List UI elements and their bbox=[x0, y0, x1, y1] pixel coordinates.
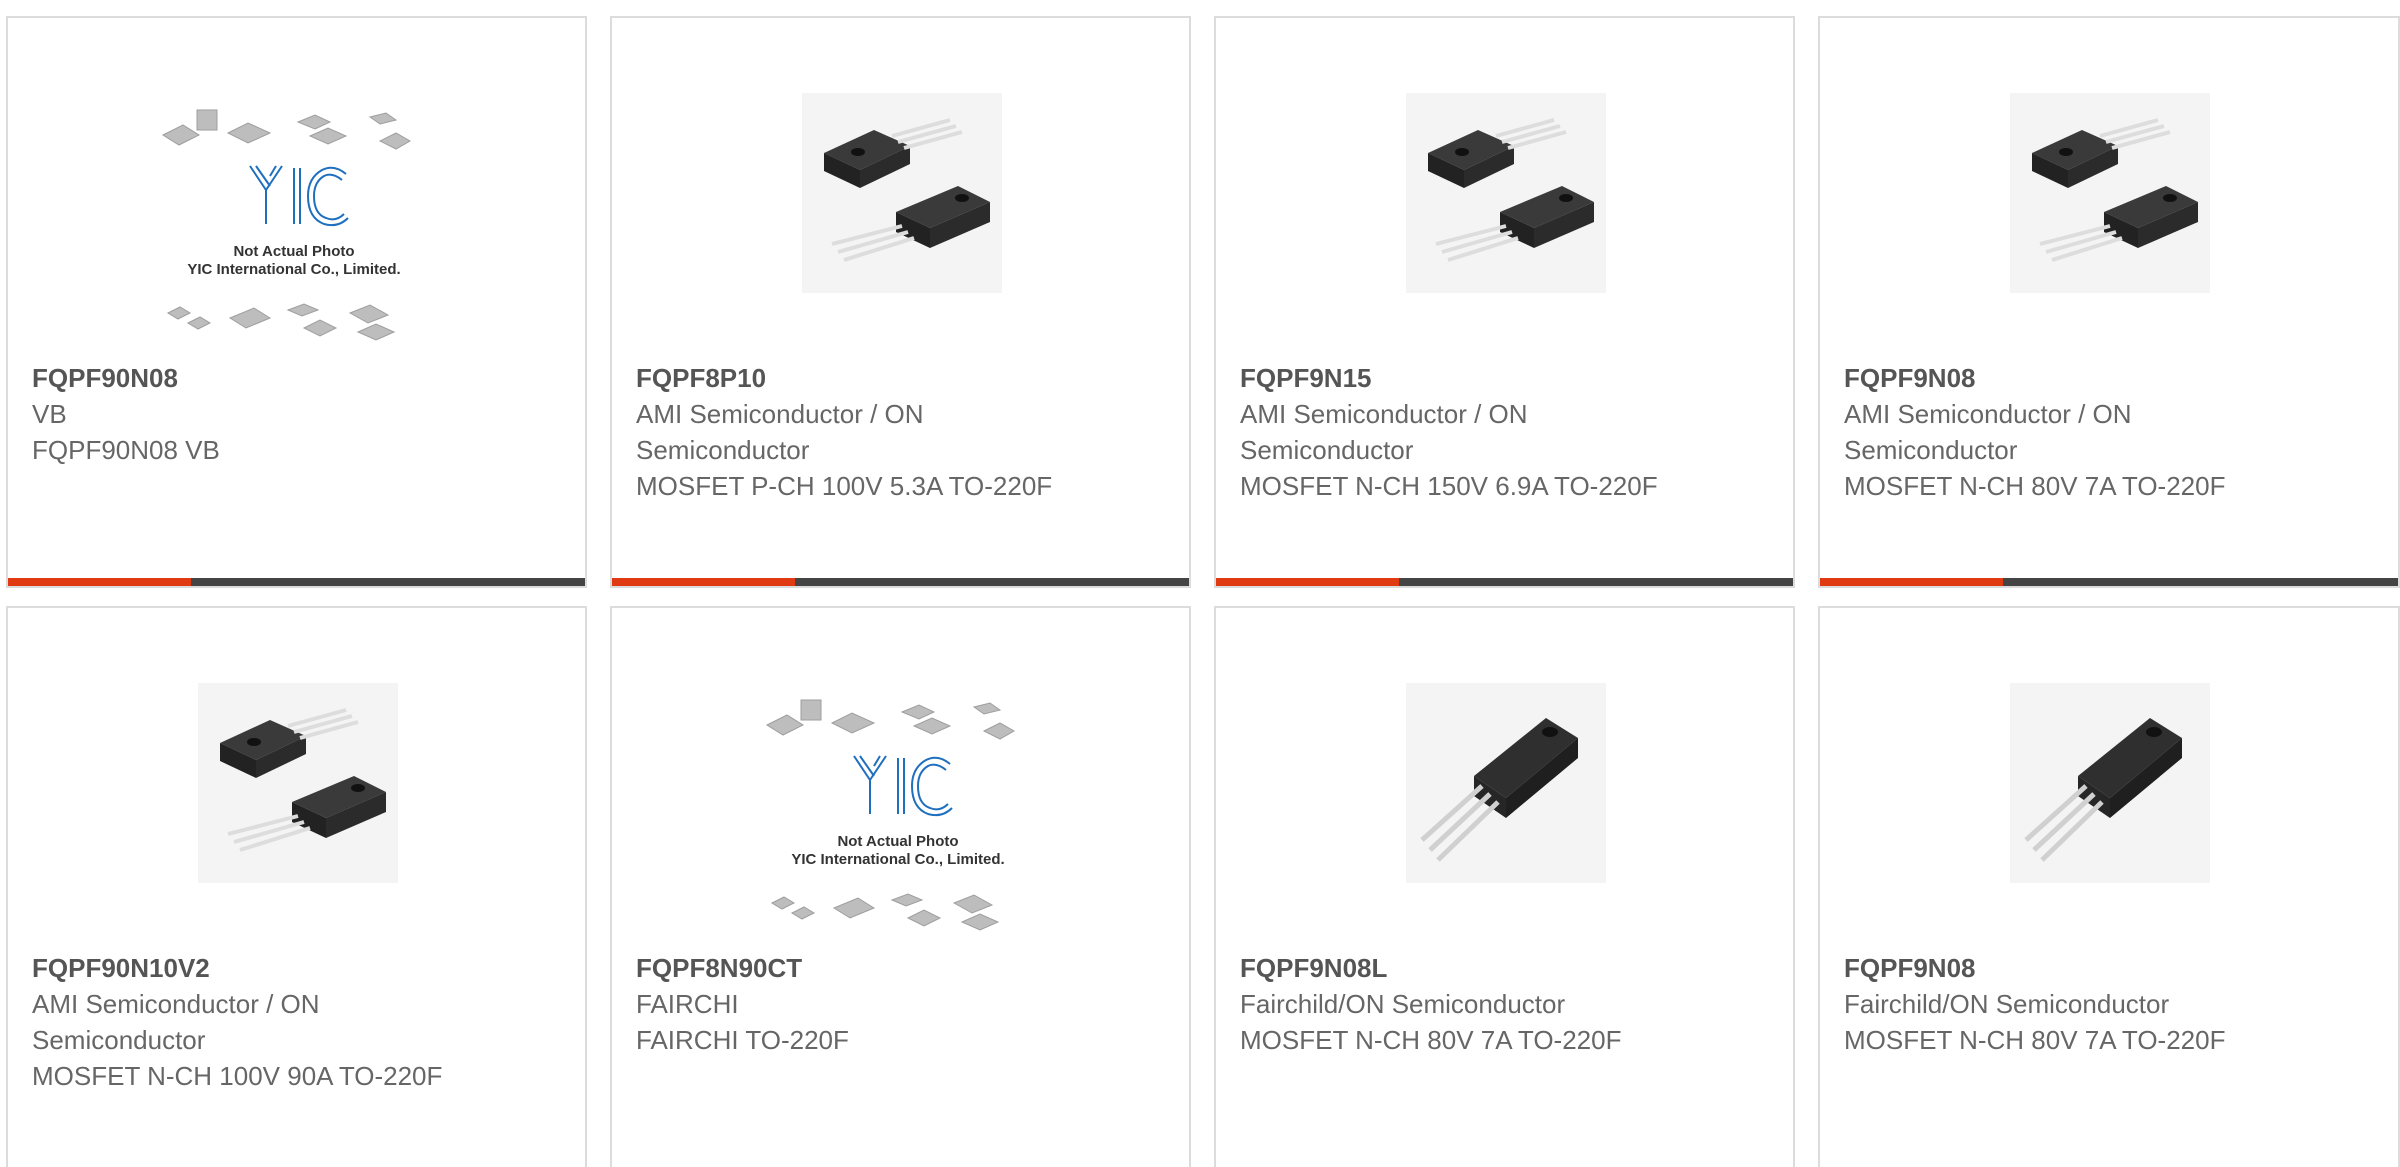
svg-text:Not Actual Photo: Not Actual Photo bbox=[233, 243, 354, 260]
description: MOSFET N-CH 150V 6.9A TO-220F bbox=[1240, 471, 1658, 501]
description: MOSFET N-CH 80V 7A TO-220F bbox=[1240, 1025, 1622, 1055]
part-number[interactable]: FQPF8P10 bbox=[636, 360, 1056, 396]
manufacturer: VB bbox=[32, 399, 67, 429]
card-bottom-bar bbox=[1820, 578, 2398, 586]
to220f-pair-image[interactable] bbox=[1216, 18, 1793, 358]
part-number[interactable]: FQPF8N90CT bbox=[636, 950, 1056, 986]
svg-text:YIC International Co., Limited: YIC International Co., Limited. bbox=[791, 851, 1004, 868]
product-card[interactable]: FQPF9N08L Fairchild/ON Semiconductor MOS… bbox=[1214, 606, 1795, 1167]
manufacturer: AMI Semiconductor / ON Semiconductor bbox=[636, 399, 924, 465]
description: MOSFET N-CH 80V 7A TO-220F bbox=[1844, 471, 2226, 501]
description: FQPF90N08 VB bbox=[32, 435, 220, 465]
part-number[interactable]: FQPF9N08 bbox=[1844, 360, 2264, 396]
product-card[interactable]: FQPF9N08 Fairchild/ON Semiconductor MOSF… bbox=[1818, 606, 2400, 1167]
card-accent-bar bbox=[612, 578, 795, 586]
product-card[interactable]: FQPF90N10V2 AMI Semiconductor / ON Semic… bbox=[6, 606, 587, 1167]
to220f-pair-image[interactable] bbox=[1820, 18, 2398, 358]
manufacturer: AMI Semiconductor / ON Semiconductor bbox=[1240, 399, 1528, 465]
product-card[interactable]: FQPF9N15 AMI Semiconductor / ON Semicond… bbox=[1214, 16, 1795, 588]
description: MOSFET N-CH 100V 90A TO-220F bbox=[32, 1061, 443, 1091]
part-number[interactable]: FQPF9N15 bbox=[1240, 360, 1660, 396]
part-number[interactable]: FQPF9N08L bbox=[1240, 950, 1660, 986]
card-accent-bar bbox=[8, 578, 191, 586]
part-number[interactable]: FQPF90N10V2 bbox=[32, 950, 452, 986]
svg-text:YIC International Co., Limited: YIC International Co., Limited. bbox=[187, 261, 400, 278]
manufacturer: AMI Semiconductor / ON Semiconductor bbox=[1844, 399, 2132, 465]
description: FAIRCHI TO-220F bbox=[636, 1025, 849, 1055]
svg-text:Not Actual Photo: Not Actual Photo bbox=[837, 833, 958, 850]
card-accent-bar bbox=[1216, 578, 1399, 586]
card-bottom-bar bbox=[1216, 578, 1793, 586]
description: MOSFET P-CH 100V 5.3A TO-220F bbox=[636, 471, 1053, 501]
product-grid: Not Actual Photo YIC International Co., … bbox=[0, 0, 2400, 1167]
card-accent-bar bbox=[1820, 578, 2003, 586]
product-card[interactable]: FQPF9N08 AMI Semiconductor / ON Semicond… bbox=[1818, 16, 2400, 588]
description: MOSFET N-CH 80V 7A TO-220F bbox=[1844, 1025, 2226, 1055]
product-card[interactable]: Not Actual Photo YIC International Co., … bbox=[610, 606, 1191, 1167]
card-bottom-bar bbox=[8, 578, 585, 586]
manufacturer: Fairchild/ON Semiconductor bbox=[1844, 989, 2170, 1019]
to220f-pair-image[interactable] bbox=[8, 608, 585, 948]
manufacturer: FAIRCHI bbox=[636, 989, 739, 1019]
to220f-single-image[interactable] bbox=[1820, 608, 2398, 948]
manufacturer: Fairchild/ON Semiconductor bbox=[1240, 989, 1566, 1019]
part-number[interactable]: FQPF9N08 bbox=[1844, 950, 2264, 986]
manufacturer: AMI Semiconductor / ON Semiconductor bbox=[32, 989, 320, 1055]
to220f-pair-image[interactable] bbox=[612, 18, 1189, 358]
yic-placeholder-image[interactable]: Not Actual Photo YIC International Co., … bbox=[8, 18, 585, 358]
card-bottom-bar bbox=[612, 578, 1189, 586]
product-card[interactable]: FQPF8P10 AMI Semiconductor / ON Semicond… bbox=[610, 16, 1191, 588]
to220f-single-image[interactable] bbox=[1216, 608, 1793, 948]
part-number[interactable]: FQPF90N08 bbox=[32, 360, 452, 396]
product-card[interactable]: Not Actual Photo YIC International Co., … bbox=[6, 16, 587, 588]
yic-placeholder-image[interactable]: Not Actual Photo YIC International Co., … bbox=[612, 608, 1189, 948]
